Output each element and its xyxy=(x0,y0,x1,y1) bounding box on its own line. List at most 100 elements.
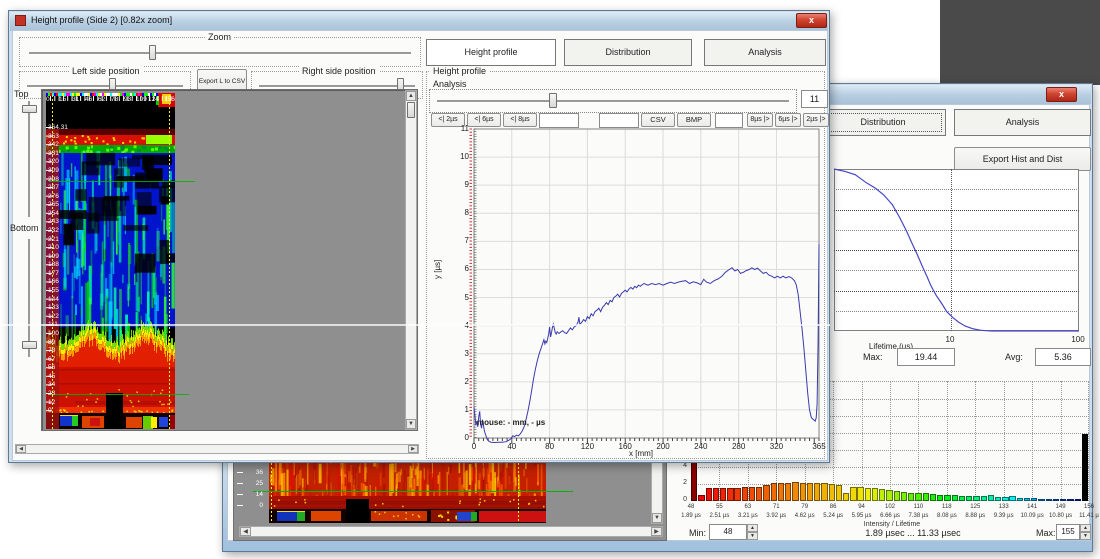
max2-spin-up-icon[interactable]: ▲ xyxy=(1080,524,1091,532)
heatmap-vscroll-down-icon[interactable]: ▼ xyxy=(406,419,416,429)
tab-analysis-back[interactable]: Analysis xyxy=(954,109,1091,136)
max-value-box[interactable]: 19.44 xyxy=(897,348,955,366)
back-green-marker-line xyxy=(253,491,573,492)
heatmap-top-tick-label: 93 xyxy=(124,96,131,103)
front-hscroll-right-icon[interactable]: ▶ xyxy=(408,445,418,453)
histogram-bar xyxy=(706,488,712,501)
top-label: Top xyxy=(14,89,29,99)
heatmap-left-tick-label: 45 xyxy=(48,373,55,380)
histogram-bar xyxy=(800,483,806,502)
y-tick-label: 6 xyxy=(449,264,469,273)
tab-analysis[interactable]: Analysis xyxy=(704,39,826,66)
histogram-bar xyxy=(901,492,907,501)
right-position-slider[interactable] xyxy=(259,85,415,87)
max2-spinner[interactable]: ▲ ▼ xyxy=(1080,524,1091,540)
histogram-bar xyxy=(879,489,885,501)
avg-value-box[interactable]: 5.36 xyxy=(1035,348,1091,366)
lifetime-distribution-curve xyxy=(834,169,1079,332)
y-tick-label: 11 xyxy=(449,124,469,133)
zoom-slider-thumb[interactable] xyxy=(149,45,156,60)
export-hist-dist-button[interactable]: Export Hist and Dist xyxy=(954,147,1091,171)
bottom-slider[interactable] xyxy=(28,239,30,357)
heatmap-canvas[interactable] xyxy=(46,93,175,429)
histogram-intensity-tick: 55 xyxy=(705,504,733,510)
heatmap-top-tick-label: 0 xyxy=(46,96,50,103)
y-tick-label: 5 xyxy=(449,293,469,302)
analysis-slider-thumb[interactable] xyxy=(549,93,557,108)
histogram-intensity-tick: 141 xyxy=(1018,504,1046,510)
top-slider-thumb[interactable] xyxy=(22,105,37,113)
histogram-intensity-tick: 102 xyxy=(876,504,904,510)
tab-distribution-back[interactable]: Distribution xyxy=(820,109,946,136)
histogram-bar xyxy=(959,496,965,502)
tab-distribution[interactable]: Distribution xyxy=(564,39,692,66)
analysis-value-box[interactable]: 11 xyxy=(801,90,828,108)
heatmap-left-tick-label: 188 xyxy=(48,261,59,268)
min-spin-down-icon[interactable]: ▼ xyxy=(747,532,758,540)
histogram-bar xyxy=(1046,499,1052,501)
heatmap-top-tick-label: 46 xyxy=(85,96,92,103)
top-slider[interactable] xyxy=(28,101,30,217)
analysis-slider[interactable] xyxy=(437,100,789,102)
histogram-intensity-tick: 118 xyxy=(933,504,961,510)
histogram-lifetime-tick: 5.95 µs xyxy=(846,513,878,519)
heatmap-left-tick-label: 221 xyxy=(48,236,59,243)
heatmap-left-tick-label: 254 xyxy=(48,210,59,217)
max2-spinbox[interactable]: 155 xyxy=(1056,524,1080,540)
back-hscrollbar[interactable]: ◀ ▶ xyxy=(239,526,663,537)
y-tick-label: 9 xyxy=(449,180,469,189)
back-heatmap-tick xyxy=(237,494,243,495)
y-tick-label: 1 xyxy=(449,405,469,414)
heatmap-left-tick-label: 364.31 xyxy=(48,124,68,131)
back-hscroll-left-icon[interactable]: ◀ xyxy=(240,527,251,536)
heatmap-top-tick-label: 62 xyxy=(98,96,105,103)
histogram-bar xyxy=(857,487,863,501)
heatmap-left-tick-label: 298 xyxy=(48,176,59,183)
height-profile-chart[interactable] xyxy=(464,121,830,455)
histogram-bar xyxy=(843,493,849,501)
histogram-lifetime-tick: 10.80 µs xyxy=(1045,513,1077,519)
heatmap-left-tick-label: 342 xyxy=(48,141,59,148)
heatmap-vscroll-thumb[interactable] xyxy=(407,102,415,118)
histogram-bar xyxy=(930,494,936,501)
histogram-bar xyxy=(727,488,733,501)
bottom-slider-thumb[interactable] xyxy=(22,341,37,349)
back-hscroll-right-icon[interactable]: ▶ xyxy=(651,527,662,536)
histogram-bar xyxy=(814,483,820,501)
heatmap-left-tick-label: 331 xyxy=(48,150,59,157)
heatmap-left-tick-label: 199 xyxy=(48,253,59,260)
range-text: 1.89 µsec ... 11.33 µsec xyxy=(833,528,993,538)
histogram-bar xyxy=(1075,499,1081,501)
y-tick-label: 3 xyxy=(449,349,469,358)
histogram-y-tick: 0 xyxy=(675,496,687,503)
histogram-bar xyxy=(1009,496,1015,501)
tab-height-profile[interactable]: Height profile xyxy=(426,39,556,66)
front-hscrollbar[interactable]: ◀ ▶ xyxy=(15,444,419,454)
heatmap-left-tick-label: 133 xyxy=(48,304,59,311)
front-window-title: Height profile (Side 2) [0.82x zoom] xyxy=(31,15,172,25)
histogram-bar xyxy=(821,483,827,501)
x-tick-label: 200 xyxy=(648,442,678,451)
back-close-button[interactable]: x xyxy=(1046,87,1077,102)
back-vscroll-down-icon[interactable]: ▼ xyxy=(652,513,662,523)
mouse-readout: mouse: - mm, - µs xyxy=(477,418,545,427)
front-hscroll-left-icon[interactable]: ◀ xyxy=(16,445,26,453)
zoom-slider[interactable] xyxy=(29,52,411,54)
front-close-button[interactable]: x xyxy=(796,13,827,28)
heatmap-vscroll-up-icon[interactable]: ▲ xyxy=(406,91,416,101)
x-tick-label: 0 xyxy=(459,442,489,451)
heatmap-vscrollbar[interactable]: ▲ ▼ xyxy=(405,90,417,430)
right-position-caption: Right side position xyxy=(299,66,379,76)
dark-corner-region xyxy=(940,0,1100,85)
min-spinner[interactable]: ▲ ▼ xyxy=(747,524,758,540)
histogram-xlabel: Intensity / Lifetime xyxy=(827,521,957,528)
histogram-bar xyxy=(865,488,871,501)
min-spinbox[interactable]: 48 xyxy=(709,524,747,540)
left-position-slider[interactable] xyxy=(27,85,183,87)
min-spin-up-icon[interactable]: ▲ xyxy=(747,524,758,532)
heatmap-left-tick-label: 276 xyxy=(48,193,59,200)
x-tick-label: 320 xyxy=(761,442,791,451)
max2-spin-down-icon[interactable]: ▼ xyxy=(1080,532,1091,540)
histogram-intensity-tick: 63 xyxy=(734,504,762,510)
x-tick-label: 240 xyxy=(686,442,716,451)
